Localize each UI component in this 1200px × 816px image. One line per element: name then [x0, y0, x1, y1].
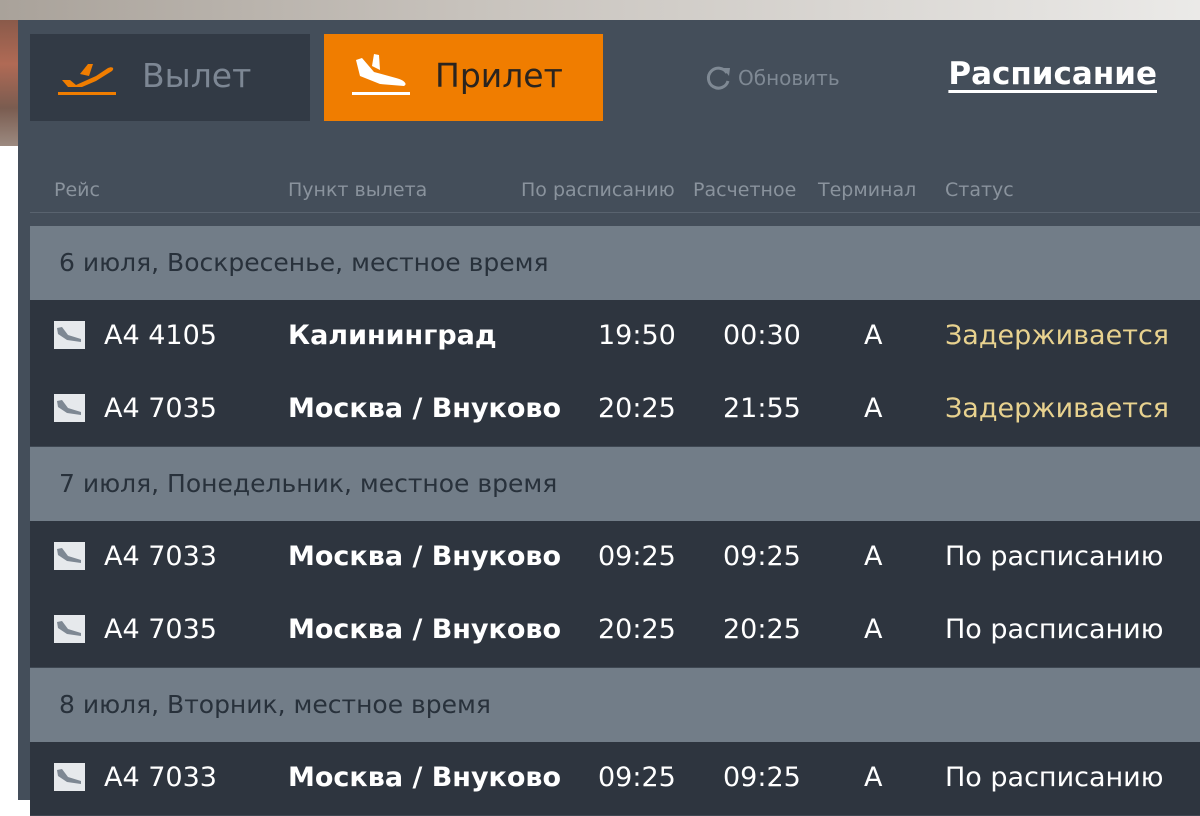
status-label: Задерживается [945, 393, 1170, 424]
estimated-time: 09:25 [723, 541, 801, 572]
scheduled-time: 09:25 [598, 541, 676, 572]
arrival-plane-icon [54, 542, 85, 570]
estimated-time: 20:25 [723, 614, 801, 645]
terminal: A [864, 541, 883, 572]
scheduled-time: 19:50 [598, 320, 676, 351]
origin-city: Москва / Внуково [288, 614, 562, 645]
status-label: По расписанию [945, 762, 1164, 793]
table-row[interactable]: A4 4105 Калининград 19:50 00:30 A Задерж… [30, 300, 1200, 374]
terminal: A [864, 320, 883, 351]
status-label: По расписанию [945, 614, 1164, 645]
terminal: A [864, 393, 883, 424]
date-row: 6 июля, Воскресенье, местное время [30, 226, 1200, 300]
flight-board: Вылет Прилет Обновить Расписание Рейс Пу… [18, 20, 1200, 816]
background-photo [0, 0, 1200, 20]
date-label: 8 июля, Вторник, местное время [59, 690, 491, 719]
tab-departure[interactable]: Вылет [30, 34, 310, 121]
status-label: По расписанию [945, 541, 1164, 572]
date-row: 8 июля, Вторник, местное время [30, 668, 1200, 742]
refresh-button[interactable]: Обновить [704, 64, 840, 92]
table-row[interactable]: A4 7035 Москва / Внуково 20:25 20:25 A П… [30, 594, 1200, 668]
status-label: Задерживается [945, 320, 1170, 351]
estimated-time: 09:25 [723, 762, 801, 793]
scheduled-time: 20:25 [598, 393, 676, 424]
tab-arrival[interactable]: Прилет [324, 34, 603, 121]
flight-number: A4 7033 [104, 541, 217, 572]
column-header-flight: Рейс [54, 179, 100, 201]
table-row[interactable]: A4 7033 Москва / Внуково 09:25 09:25 A П… [30, 521, 1200, 595]
date-label: 7 июля, Понедельник, местное время [59, 469, 558, 498]
departure-plane-icon [56, 54, 118, 102]
column-header-scheduled: По расписанию [521, 179, 675, 201]
arrival-plane-icon [54, 321, 85, 349]
origin-city: Москва / Внуково [288, 762, 562, 793]
column-header-origin: Пункт вылета [288, 179, 428, 201]
arrival-plane-icon [54, 615, 85, 643]
flight-number: A4 7033 [104, 762, 217, 793]
column-header-terminal: Терминал [818, 179, 917, 201]
background-photo-edge [0, 20, 18, 146]
origin-city: Москва / Внуково [288, 393, 562, 424]
refresh-icon [706, 66, 730, 90]
scheduled-time: 09:25 [598, 762, 676, 793]
column-header-estimated: Расчетное [693, 179, 797, 201]
arrival-plane-icon [350, 54, 412, 102]
origin-city: Москва / Внуково [288, 541, 562, 572]
arrival-plane-icon [54, 394, 85, 422]
origin-city: Калининград [288, 320, 497, 351]
tab-arrival-label: Прилет [435, 56, 563, 95]
arrival-plane-icon [54, 763, 85, 791]
scheduled-time: 20:25 [598, 614, 676, 645]
refresh-label: Обновить [738, 66, 840, 90]
flight-number: A4 4105 [104, 320, 217, 351]
flight-number: A4 7035 [104, 393, 217, 424]
estimated-time: 00:30 [723, 320, 801, 351]
flight-number: A4 7035 [104, 614, 217, 645]
terminal: A [864, 762, 883, 793]
table-row[interactable]: A4 7035 Москва / Внуково 20:25 21:55 A З… [30, 373, 1200, 447]
table-header: Рейс Пункт вылета По расписанию Расчетно… [30, 170, 1200, 213]
table-row[interactable]: A4 7033 Москва / Внуково 09:25 09:25 A П… [30, 742, 1200, 816]
date-row: 7 июля, Понедельник, местное время [30, 447, 1200, 521]
column-header-status: Статус [945, 179, 1014, 201]
terminal: A [864, 614, 883, 645]
schedule-link[interactable]: Расписание [948, 56, 1157, 92]
estimated-time: 21:55 [723, 393, 801, 424]
tab-departure-label: Вылет [142, 56, 252, 95]
date-label: 6 июля, Воскресенье, местное время [59, 248, 549, 277]
